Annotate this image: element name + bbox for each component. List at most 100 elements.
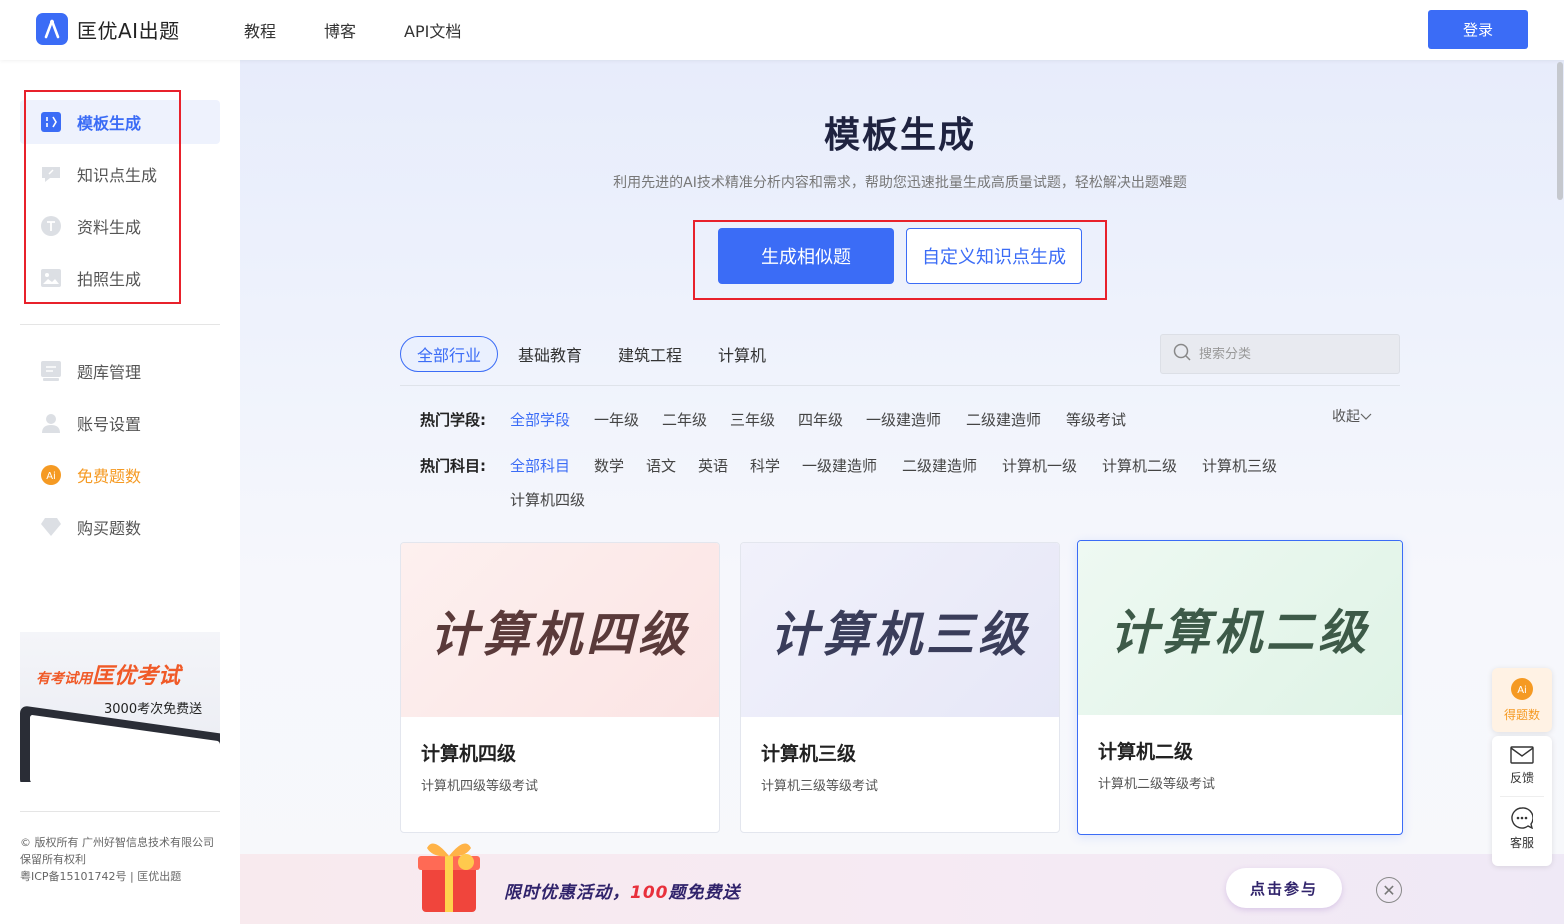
tab-computer[interactable]: 计算机 [718, 342, 766, 366]
filter-option[interactable]: 四年级 [798, 409, 843, 430]
template-card-selected[interactable]: 计算机二级 计算机二级 计算机二级等级考试 [1077, 540, 1403, 835]
filter-option[interactable]: 二级建造师 [902, 455, 977, 476]
feedback-button[interactable]: 反馈 [1510, 746, 1534, 786]
template-card[interactable]: 计算机三级 计算机三级 计算机三级等级考试 [740, 542, 1060, 833]
stage-filter-label: 热门学段: [420, 411, 486, 429]
promo-bottom-bar: 限时优惠活动，100题免费送 点击参与 ✕ [240, 843, 1564, 924]
promo-text-number: 100 [630, 883, 669, 903]
filter-option[interactable]: 三年级 [730, 409, 775, 430]
industry-tabs: 全部行业 基础教育 建筑工程 计算机 [400, 336, 802, 372]
highlight-box-buttons [693, 220, 1107, 300]
promo-subtitle: 3000考次免费送 [104, 702, 203, 717]
highlight-box-sidebar [24, 90, 181, 304]
promo-banner[interactable]: 有考试用匡优考试 3000考次免费送 [20, 632, 220, 782]
sidebar-divider [20, 324, 220, 325]
filter-option[interactable]: 一级建造师 [866, 409, 941, 430]
service-button[interactable]: 客服 [1510, 807, 1534, 851]
sidebar-item-free-questions[interactable]: Ai 免费题数 [20, 453, 220, 497]
service-label: 客服 [1509, 836, 1534, 850]
copyright-line: © 版权所有 广州好智信息技术有限公司 [20, 836, 214, 849]
login-button[interactable]: 登录 [1428, 10, 1528, 49]
subject-filter-label: 热门科目: [420, 457, 486, 475]
feedback-label: 反馈 [1509, 771, 1534, 785]
sidebar-item-label: 购买题数 [77, 519, 142, 538]
tab-all-industries[interactable]: 全部行业 [400, 336, 499, 372]
tab-basic-education[interactable]: 基础教育 [518, 342, 582, 366]
filter-option[interactable]: 计算机三级 [1202, 455, 1277, 476]
collapse-toggle[interactable]: 收起 [1332, 406, 1372, 426]
filter-option[interactable]: 计算机一级 [1002, 455, 1077, 476]
promo-bottom-text: 限时优惠活动，100题免费送 [504, 878, 741, 903]
ai-coin-icon: Ai [1511, 678, 1533, 703]
sidebar-item-label: 账号设置 [77, 415, 142, 434]
float-divider [1500, 796, 1544, 797]
gift-box-icon [414, 832, 484, 916]
mail-icon [1510, 746, 1534, 767]
filter-option[interactable]: 二年级 [662, 409, 707, 430]
card-title: 计算机四级 [421, 743, 517, 765]
card-description: 计算机三级等级考试 [761, 779, 879, 794]
copyright-line: 保留所有权利 [20, 853, 86, 866]
chat-icon [1511, 807, 1534, 832]
card-banner-text: 计算机二级 [1109, 605, 1370, 661]
diamond-icon [40, 516, 62, 538]
logo[interactable]: 匡优AI出题 [36, 13, 180, 45]
tabs-divider [400, 385, 1400, 386]
filter-option[interactable]: 全部学段 [510, 409, 570, 430]
svg-text:Ai: Ai [46, 471, 56, 482]
logo-text: 匡优AI出题 [77, 18, 180, 43]
promo-title-small: 有考试用 [36, 671, 92, 687]
filter-option[interactable]: 英语 [698, 455, 728, 476]
collapse-label: 收起 [1332, 409, 1360, 425]
nav-blog[interactable]: 博客 [324, 18, 356, 42]
top-nav: 教程 博客 API文档 [244, 0, 509, 60]
sidebar-divider [20, 811, 220, 812]
template-card[interactable]: 计算机四级 计算机四级 计算机四级等级考试 [400, 542, 720, 833]
copyright-line: 粤ICP备15101742号 | 匡优出题 [20, 870, 182, 883]
float-tools: 反馈 客服 [1492, 736, 1552, 866]
card-banner: 计算机二级 [1078, 541, 1402, 715]
float-points-button[interactable]: Ai 得题数 [1492, 668, 1552, 732]
float-points-label: 得题数 [1503, 708, 1540, 722]
ai-coin-icon: Ai [40, 464, 62, 486]
category-search[interactable] [1160, 334, 1400, 374]
filter-option[interactable]: 语文 [646, 455, 676, 476]
filter-option[interactable]: 一年级 [594, 409, 639, 430]
filter-option[interactable]: 数学 [594, 455, 624, 476]
nav-api-docs[interactable]: API文档 [404, 18, 461, 42]
sidebar-item-buy-questions[interactable]: 购买题数 [20, 505, 220, 549]
sidebar-item-question-bank[interactable]: 题库管理 [20, 349, 220, 393]
promo-title: 有考试用匡优考试 [36, 658, 180, 690]
main-content: 模板生成 利用先进的AI技术精准分析内容和需求，帮助您迅速批量生成高质量试题，轻… [240, 60, 1564, 924]
search-input[interactable] [1199, 346, 1389, 362]
nav-tutorial[interactable]: 教程 [244, 18, 276, 42]
tablet-screen [30, 714, 220, 782]
page-title: 模板生成 [823, 115, 976, 156]
filter-option[interactable]: 二级建造师 [966, 409, 1041, 430]
card-banner: 计算机三级 [741, 543, 1059, 717]
filter-option[interactable]: 全部科目 [510, 455, 570, 476]
card-description: 计算机二级等级考试 [1098, 777, 1216, 792]
question-bank-icon [40, 360, 62, 382]
logo-icon [36, 13, 68, 45]
filter-option[interactable]: 计算机四级 [510, 489, 585, 510]
join-button[interactable]: 点击参与 [1226, 868, 1342, 908]
svg-text:Ai: Ai [1517, 685, 1527, 696]
tab-construction[interactable]: 建筑工程 [618, 342, 682, 366]
card-description: 计算机四级等级考试 [421, 779, 539, 794]
card-banner: 计算机四级 [401, 543, 719, 717]
scrollbar[interactable] [1557, 62, 1563, 200]
filter-option[interactable]: 一级建造师 [802, 455, 877, 476]
sidebar-item-label: 免费题数 [77, 467, 142, 486]
close-icon[interactable]: ✕ [1376, 877, 1402, 903]
promo-title-big: 匡优考试 [92, 664, 181, 689]
sidebar-item-label: 题库管理 [77, 363, 142, 382]
chevron-up-icon [1360, 409, 1372, 425]
filter-option[interactable]: 等级考试 [1066, 409, 1126, 430]
sidebar-item-account[interactable]: 账号设置 [20, 401, 220, 445]
card-title: 计算机三级 [761, 743, 857, 765]
user-icon [40, 412, 62, 434]
sidebar: 模板生成 知识点生成 资料生成 拍照生成 题库管理 账号设置 Ai 免费题数 购… [0, 60, 240, 924]
filter-option[interactable]: 科学 [750, 455, 780, 476]
filter-option[interactable]: 计算机二级 [1102, 455, 1177, 476]
